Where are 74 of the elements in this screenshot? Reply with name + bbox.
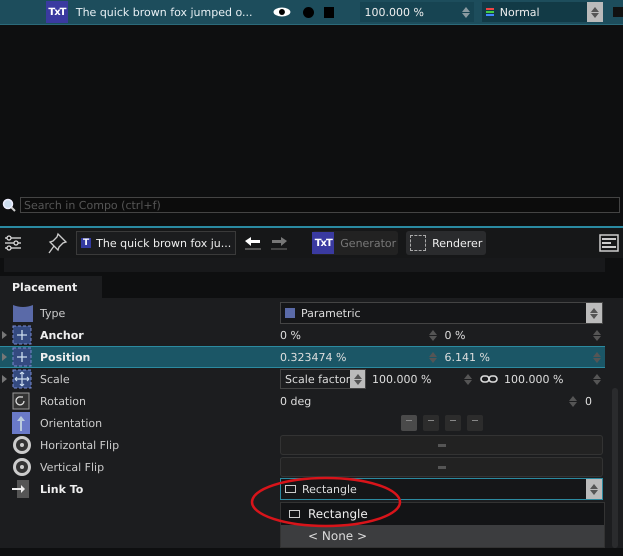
rectangle-icon	[285, 485, 296, 493]
select-arrows-icon[interactable]	[586, 303, 602, 323]
arrow-in-box-icon	[12, 479, 30, 499]
property-label: Type	[40, 306, 66, 320]
crosshair-icon	[12, 325, 32, 345]
forward-arrow-icon[interactable]	[270, 236, 288, 250]
property-label: Vertical Flip	[40, 460, 104, 474]
property-row[interactable]: Orientation	[0, 412, 605, 434]
property-row[interactable]: Link To Rectangle	[0, 478, 605, 500]
move-icon	[12, 369, 32, 389]
toggle-bar[interactable]	[280, 435, 603, 455]
select-arrows-icon[interactable]	[586, 479, 602, 499]
rectangle-icon	[289, 510, 300, 518]
shape-swatch-icon	[285, 308, 295, 318]
dropdown-option[interactable]: < None >	[281, 525, 604, 547]
layout-icon[interactable]	[599, 234, 619, 252]
text-layer-badge: TxT	[312, 232, 334, 254]
property-row[interactable]: Horizontal Flip	[0, 434, 605, 456]
number-field[interactable]: 0 deg	[280, 394, 579, 408]
solo-dot-icon[interactable]	[302, 6, 314, 18]
property-label: Horizontal Flip	[40, 438, 120, 452]
search-field[interactable]: Search in Compo (ctrl+f)	[20, 197, 620, 213]
property-label: Link To	[40, 482, 84, 496]
text-layer-badge: TxT	[46, 1, 68, 23]
dropdown-option[interactable]: Rectangle	[281, 503, 604, 525]
generator-tab[interactable]: TxT Generator	[312, 231, 398, 255]
crosshair-icon	[12, 347, 32, 367]
number-field[interactable]: 0 %	[444, 328, 603, 342]
layer-name: The quick brown fox jumped o...	[76, 6, 254, 18]
disc-icon	[12, 457, 32, 477]
sliders-icon[interactable]	[4, 235, 22, 251]
scale-mode-select[interactable]: Scale factor	[280, 369, 366, 389]
section-tab[interactable]: Placement	[0, 276, 102, 298]
layer-chip[interactable]: T The quick brown fox ju...	[76, 231, 236, 255]
property-label: Orientation	[40, 416, 102, 430]
property-row[interactable]: Anchor 0 % 0 %	[0, 324, 605, 346]
color-bars-icon	[486, 8, 494, 16]
number-field[interactable]: 0 %	[280, 328, 438, 342]
chain-link-icon[interactable]	[480, 374, 498, 384]
number-field[interactable]: 6.141 %	[444, 350, 603, 364]
text-badge: T	[81, 238, 92, 248]
blend-mode-select[interactable]: Normal	[482, 2, 604, 22]
dashed-square-icon	[410, 235, 426, 251]
rotate-icon	[12, 392, 30, 410]
property-row[interactable]: Type Parametric	[0, 302, 605, 324]
number-field[interactable]: 100.000 %	[372, 372, 474, 386]
back-arrow-icon[interactable]	[244, 236, 262, 250]
expand-triangle-icon[interactable]	[2, 331, 7, 339]
expand-triangle-icon[interactable]	[2, 375, 7, 383]
opacity-field[interactable]: 100.000 %	[360, 2, 474, 22]
eye-icon[interactable]	[272, 7, 291, 17]
lock-square-icon[interactable]	[324, 6, 334, 18]
property-row[interactable]: Vertical Flip	[0, 456, 605, 478]
spinner-icon[interactable]	[462, 6, 470, 18]
number-field[interactable]: 0.323474 %	[280, 350, 438, 364]
shape-icon	[12, 303, 34, 323]
property-row[interactable]: Scale Scale factor 100.000 % 100.000 %	[0, 368, 605, 390]
toggle-bar[interactable]	[280, 457, 603, 477]
dropdown-select[interactable]: Parametric	[280, 302, 603, 324]
property-row[interactable]: Rotation 0 deg 0	[0, 390, 605, 412]
dropdown-select[interactable]: Rectangle	[280, 478, 603, 500]
search-icon	[2, 198, 16, 212]
property-label: Position	[40, 350, 90, 364]
number-field[interactable]: 100.000 %	[504, 372, 603, 386]
scrollbar[interactable]	[612, 388, 618, 548]
property-label: Anchor	[40, 328, 84, 342]
pin-icon[interactable]	[48, 232, 68, 254]
turns-value: 0	[585, 394, 593, 408]
property-row[interactable]: Position 0.323474 % 6.141 %	[0, 346, 605, 368]
layer-row[interactable]: TxT The quick brown fox jumped o... 100.000 % Normal	[0, 0, 623, 25]
renderer-tab[interactable]: Renderer	[406, 231, 486, 255]
property-label: Rotation	[40, 394, 86, 408]
property-label: Scale	[40, 372, 70, 386]
disc-icon	[12, 435, 32, 455]
